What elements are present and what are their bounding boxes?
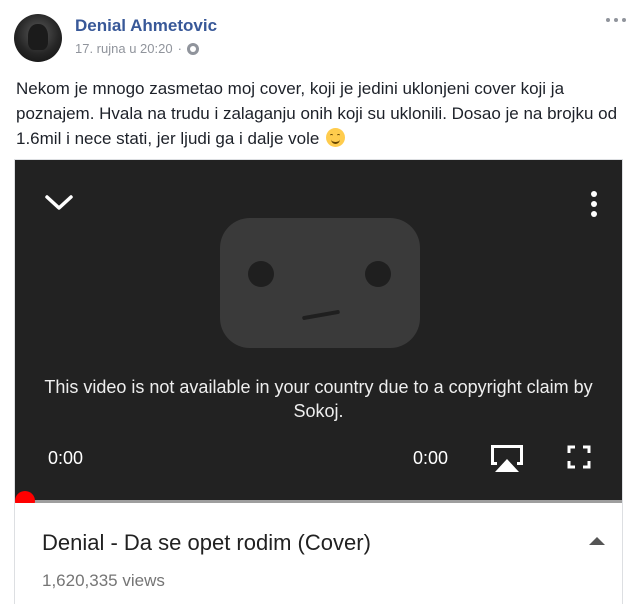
video-card: This video is not available in your coun… <box>14 159 623 604</box>
more-vertical-icon[interactable] <box>587 188 601 220</box>
duration: 0:00 <box>413 448 449 468</box>
author-name-link[interactable]: Denial Ahmetovic <box>75 16 217 36</box>
fullscreen-icon[interactable] <box>567 445 591 469</box>
airplay-icon[interactable] <box>489 443 525 473</box>
avatar-figure <box>28 24 48 50</box>
post-text: Nekom je mnogo zasmetao moj cover, koji … <box>16 76 622 151</box>
sad-tv-illustration <box>220 218 420 348</box>
current-time: 0:00 <box>48 448 84 468</box>
view-count: 1,620,335 views <box>42 571 165 590</box>
unavailable-message: This video is not available in your coun… <box>44 377 593 421</box>
more-options-icon[interactable] <box>604 14 628 26</box>
meta-separator: · <box>177 41 182 56</box>
collapse-caret-icon[interactable] <box>589 537 605 545</box>
chevron-down-icon[interactable] <box>43 190 75 214</box>
post-body: Nekom je mnogo zasmetao moj cover, koji … <box>16 79 618 148</box>
video-title[interactable]: Denial - Da se opet rodim (Cover) <box>42 530 371 556</box>
author-avatar[interactable] <box>14 14 62 62</box>
post-meta: 17. rujna u 20:20 · <box>75 41 199 56</box>
video-info: Denial - Da se opet rodim (Cover) 1,620,… <box>15 503 622 604</box>
post-timestamp[interactable]: 17. rujna u 20:20 <box>75 41 173 56</box>
smiling-face-emoji-icon <box>326 128 346 147</box>
globe-icon[interactable] <box>186 42 199 55</box>
video-player[interactable]: This video is not available in your coun… <box>15 160 622 511</box>
